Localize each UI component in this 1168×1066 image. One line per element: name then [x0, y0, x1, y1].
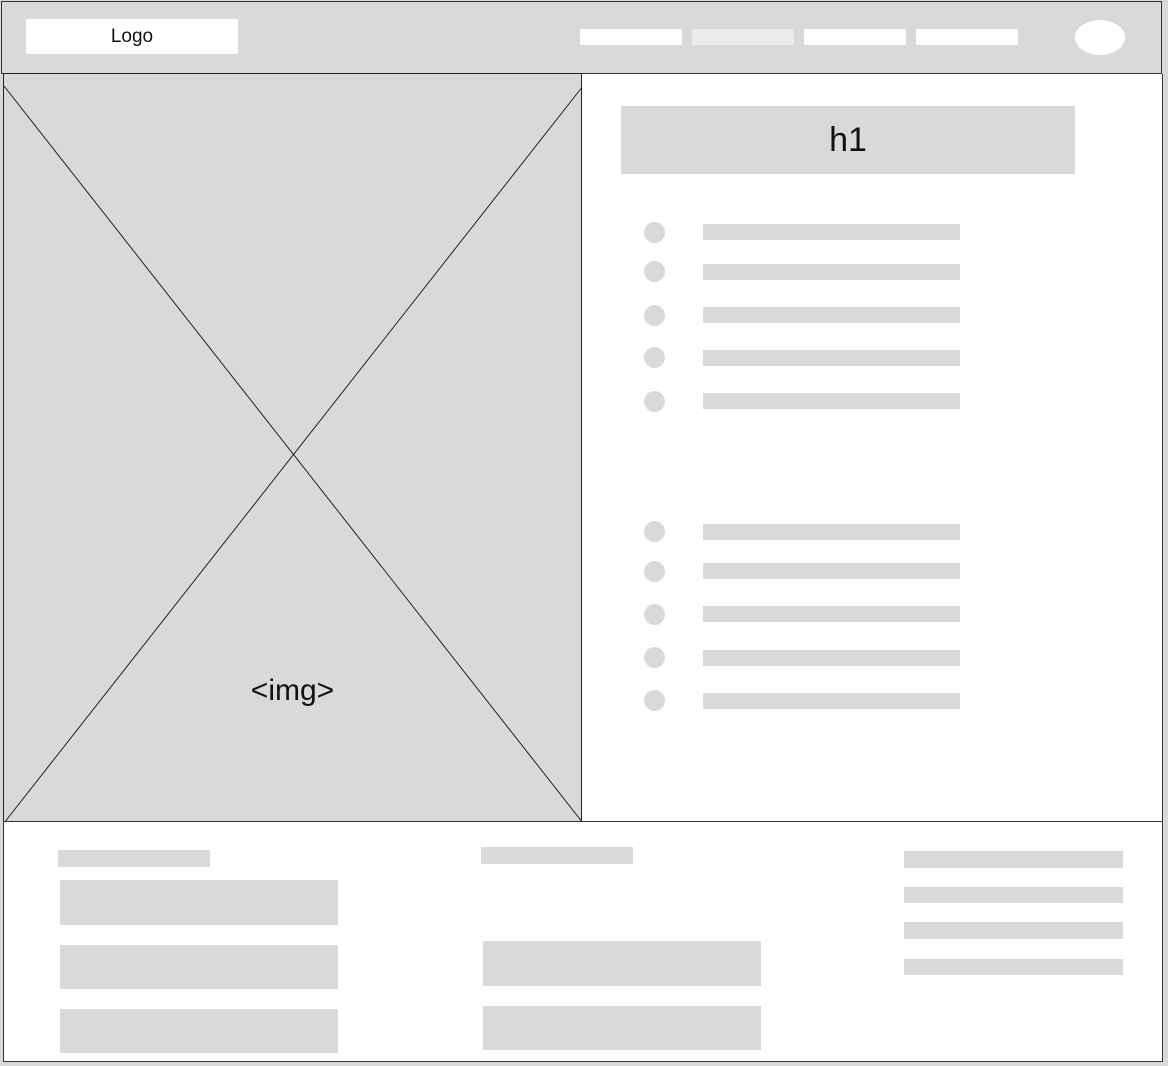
image-placeholder-cross	[4, 85, 583, 823]
footer-link-2[interactable]	[904, 887, 1123, 903]
footer-link-1[interactable]	[904, 851, 1123, 868]
nav-item-3[interactable]	[804, 29, 906, 45]
nav-item-1[interactable]	[580, 29, 682, 45]
bullet-icon	[644, 647, 665, 668]
list-item	[703, 264, 960, 280]
bullet-icon	[644, 222, 665, 243]
image-label: <img>	[250, 674, 335, 707]
footer-input-4[interactable]	[483, 941, 761, 986]
bullet-icon	[644, 561, 665, 582]
list-item	[703, 693, 960, 709]
page-heading: h1	[621, 106, 1075, 174]
bullet-icon	[644, 347, 665, 368]
footer-input-2[interactable]	[60, 945, 338, 989]
logo[interactable]: Logo	[26, 19, 238, 54]
footer-column-title	[481, 847, 633, 864]
footer-link-4[interactable]	[904, 959, 1123, 975]
footer-link-3[interactable]	[904, 922, 1123, 939]
list-item	[703, 350, 960, 366]
list-item	[703, 224, 960, 240]
list-item	[703, 563, 960, 579]
bullet-icon	[644, 391, 665, 412]
avatar[interactable]	[1075, 20, 1125, 55]
footer-input-3[interactable]	[60, 1009, 338, 1053]
footer-input-5[interactable]	[483, 1006, 761, 1050]
bullet-icon	[644, 261, 665, 282]
list-item	[703, 307, 960, 323]
bullet-icon	[644, 305, 665, 326]
list-item	[703, 606, 960, 622]
image-placeholder: <img>	[3, 73, 583, 823]
list-item	[703, 650, 960, 666]
footer-input-1[interactable]	[60, 880, 338, 925]
list-item	[703, 524, 960, 540]
bullet-icon	[644, 521, 665, 542]
footer-column-title	[58, 850, 210, 867]
bullet-icon	[644, 604, 665, 625]
content-panel	[582, 74, 1163, 822]
nav-item-4[interactable]	[916, 29, 1018, 45]
nav-item-2[interactable]	[692, 29, 794, 45]
list-item	[703, 393, 960, 409]
bullet-icon	[644, 690, 665, 711]
